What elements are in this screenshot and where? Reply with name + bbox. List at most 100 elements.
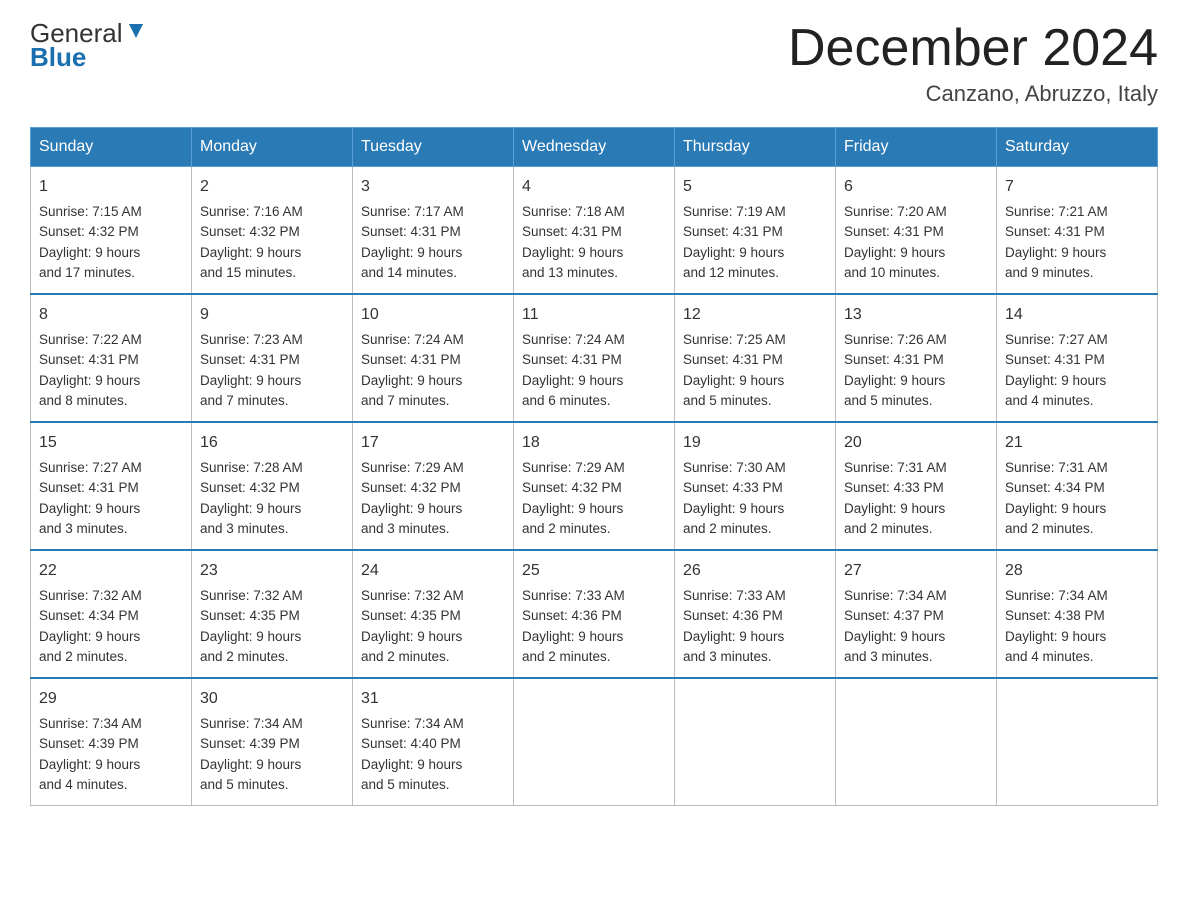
calendar-day-cell: 13 Sunrise: 7:26 AM Sunset: 4:31 PM Dayl…	[836, 294, 997, 422]
sunrise-label: Sunrise: 7:25 AM	[683, 332, 786, 347]
daylight-minutes: and 2 minutes.	[522, 649, 611, 664]
sunrise-label: Sunrise: 7:31 AM	[844, 460, 947, 475]
sunrise-label: Sunrise: 7:29 AM	[361, 460, 464, 475]
sunrise-label: Sunrise: 7:32 AM	[361, 588, 464, 603]
sunrise-label: Sunrise: 7:34 AM	[200, 716, 303, 731]
calendar-day-cell: 20 Sunrise: 7:31 AM Sunset: 4:33 PM Dayl…	[836, 422, 997, 550]
sunset-label: Sunset: 4:31 PM	[1005, 224, 1105, 239]
daylight-minutes: and 6 minutes.	[522, 393, 611, 408]
day-number: 29	[39, 687, 183, 711]
day-number: 31	[361, 687, 505, 711]
calendar-day-cell: 5 Sunrise: 7:19 AM Sunset: 4:31 PM Dayli…	[675, 167, 836, 295]
calendar-week-row: 22 Sunrise: 7:32 AM Sunset: 4:34 PM Dayl…	[31, 550, 1158, 678]
day-of-week-header: Saturday	[997, 128, 1158, 167]
day-number: 19	[683, 431, 827, 455]
calendar-day-cell: 29 Sunrise: 7:34 AM Sunset: 4:39 PM Dayl…	[31, 678, 192, 806]
daylight-label: Daylight: 9 hours	[200, 501, 301, 516]
daylight-label: Daylight: 9 hours	[844, 629, 945, 644]
day-number: 7	[1005, 175, 1149, 199]
calendar-day-cell: 14 Sunrise: 7:27 AM Sunset: 4:31 PM Dayl…	[997, 294, 1158, 422]
sunset-label: Sunset: 4:35 PM	[361, 608, 461, 623]
sunset-label: Sunset: 4:34 PM	[39, 608, 139, 623]
daylight-label: Daylight: 9 hours	[1005, 245, 1106, 260]
sunset-label: Sunset: 4:31 PM	[361, 352, 461, 367]
calendar-day-cell: 28 Sunrise: 7:34 AM Sunset: 4:38 PM Dayl…	[997, 550, 1158, 678]
day-of-week-header: Tuesday	[353, 128, 514, 167]
calendar-day-cell: 8 Sunrise: 7:22 AM Sunset: 4:31 PM Dayli…	[31, 294, 192, 422]
day-number: 3	[361, 175, 505, 199]
sunset-label: Sunset: 4:32 PM	[200, 224, 300, 239]
sunset-label: Sunset: 4:33 PM	[683, 480, 783, 495]
logo: General Blue	[30, 20, 147, 73]
daylight-label: Daylight: 9 hours	[39, 245, 140, 260]
calendar-week-row: 29 Sunrise: 7:34 AM Sunset: 4:39 PM Dayl…	[31, 678, 1158, 806]
sunset-label: Sunset: 4:32 PM	[200, 480, 300, 495]
day-number: 15	[39, 431, 183, 455]
day-number: 16	[200, 431, 344, 455]
calendar-day-cell: 19 Sunrise: 7:30 AM Sunset: 4:33 PM Dayl…	[675, 422, 836, 550]
day-number: 20	[844, 431, 988, 455]
sunset-label: Sunset: 4:31 PM	[361, 224, 461, 239]
sunrise-label: Sunrise: 7:21 AM	[1005, 204, 1108, 219]
daylight-minutes: and 5 minutes.	[844, 393, 933, 408]
logo-blue-text: Blue	[30, 42, 86, 73]
daylight-label: Daylight: 9 hours	[39, 501, 140, 516]
daylight-minutes: and 3 minutes.	[200, 521, 289, 536]
day-number: 14	[1005, 303, 1149, 327]
sunset-label: Sunset: 4:31 PM	[39, 480, 139, 495]
calendar-day-cell: 24 Sunrise: 7:32 AM Sunset: 4:35 PM Dayl…	[353, 550, 514, 678]
daylight-minutes: and 4 minutes.	[1005, 649, 1094, 664]
day-number: 24	[361, 559, 505, 583]
day-number: 21	[1005, 431, 1149, 455]
sunrise-label: Sunrise: 7:32 AM	[39, 588, 142, 603]
sunset-label: Sunset: 4:31 PM	[844, 352, 944, 367]
logo-triangle-icon	[125, 20, 147, 42]
days-of-week-row: SundayMondayTuesdayWednesdayThursdayFrid…	[31, 128, 1158, 167]
sunset-label: Sunset: 4:39 PM	[200, 736, 300, 751]
daylight-label: Daylight: 9 hours	[844, 245, 945, 260]
sunset-label: Sunset: 4:34 PM	[1005, 480, 1105, 495]
day-number: 9	[200, 303, 344, 327]
sunset-label: Sunset: 4:31 PM	[522, 224, 622, 239]
daylight-label: Daylight: 9 hours	[1005, 501, 1106, 516]
sunset-label: Sunset: 4:33 PM	[844, 480, 944, 495]
calendar-day-cell: 10 Sunrise: 7:24 AM Sunset: 4:31 PM Dayl…	[353, 294, 514, 422]
daylight-label: Daylight: 9 hours	[522, 501, 623, 516]
sunset-label: Sunset: 4:32 PM	[361, 480, 461, 495]
sunset-label: Sunset: 4:38 PM	[1005, 608, 1105, 623]
daylight-minutes: and 2 minutes.	[39, 649, 128, 664]
day-of-week-header: Thursday	[675, 128, 836, 167]
calendar-day-cell: 17 Sunrise: 7:29 AM Sunset: 4:32 PM Dayl…	[353, 422, 514, 550]
daylight-label: Daylight: 9 hours	[844, 373, 945, 388]
day-of-week-header: Wednesday	[514, 128, 675, 167]
calendar-day-cell: 30 Sunrise: 7:34 AM Sunset: 4:39 PM Dayl…	[192, 678, 353, 806]
day-number: 17	[361, 431, 505, 455]
day-number: 4	[522, 175, 666, 199]
page-header: General Blue December 2024 Canzano, Abru…	[30, 20, 1158, 107]
day-number: 12	[683, 303, 827, 327]
daylight-label: Daylight: 9 hours	[683, 629, 784, 644]
day-number: 11	[522, 303, 666, 327]
daylight-minutes: and 5 minutes.	[361, 777, 450, 792]
sunrise-label: Sunrise: 7:34 AM	[361, 716, 464, 731]
calendar-day-cell: 18 Sunrise: 7:29 AM Sunset: 4:32 PM Dayl…	[514, 422, 675, 550]
daylight-minutes: and 7 minutes.	[200, 393, 289, 408]
calendar-day-cell: 31 Sunrise: 7:34 AM Sunset: 4:40 PM Dayl…	[353, 678, 514, 806]
daylight-label: Daylight: 9 hours	[1005, 629, 1106, 644]
day-number: 22	[39, 559, 183, 583]
sunrise-label: Sunrise: 7:34 AM	[844, 588, 947, 603]
day-number: 10	[361, 303, 505, 327]
sunset-label: Sunset: 4:39 PM	[39, 736, 139, 751]
daylight-label: Daylight: 9 hours	[361, 373, 462, 388]
calendar-day-cell: 26 Sunrise: 7:33 AM Sunset: 4:36 PM Dayl…	[675, 550, 836, 678]
calendar-day-cell	[514, 678, 675, 806]
sunrise-label: Sunrise: 7:32 AM	[200, 588, 303, 603]
daylight-minutes: and 13 minutes.	[522, 265, 618, 280]
daylight-minutes: and 15 minutes.	[200, 265, 296, 280]
daylight-minutes: and 4 minutes.	[1005, 393, 1094, 408]
day-number: 23	[200, 559, 344, 583]
daylight-minutes: and 3 minutes.	[361, 521, 450, 536]
daylight-label: Daylight: 9 hours	[683, 373, 784, 388]
day-number: 2	[200, 175, 344, 199]
calendar-day-cell: 21 Sunrise: 7:31 AM Sunset: 4:34 PM Dayl…	[997, 422, 1158, 550]
